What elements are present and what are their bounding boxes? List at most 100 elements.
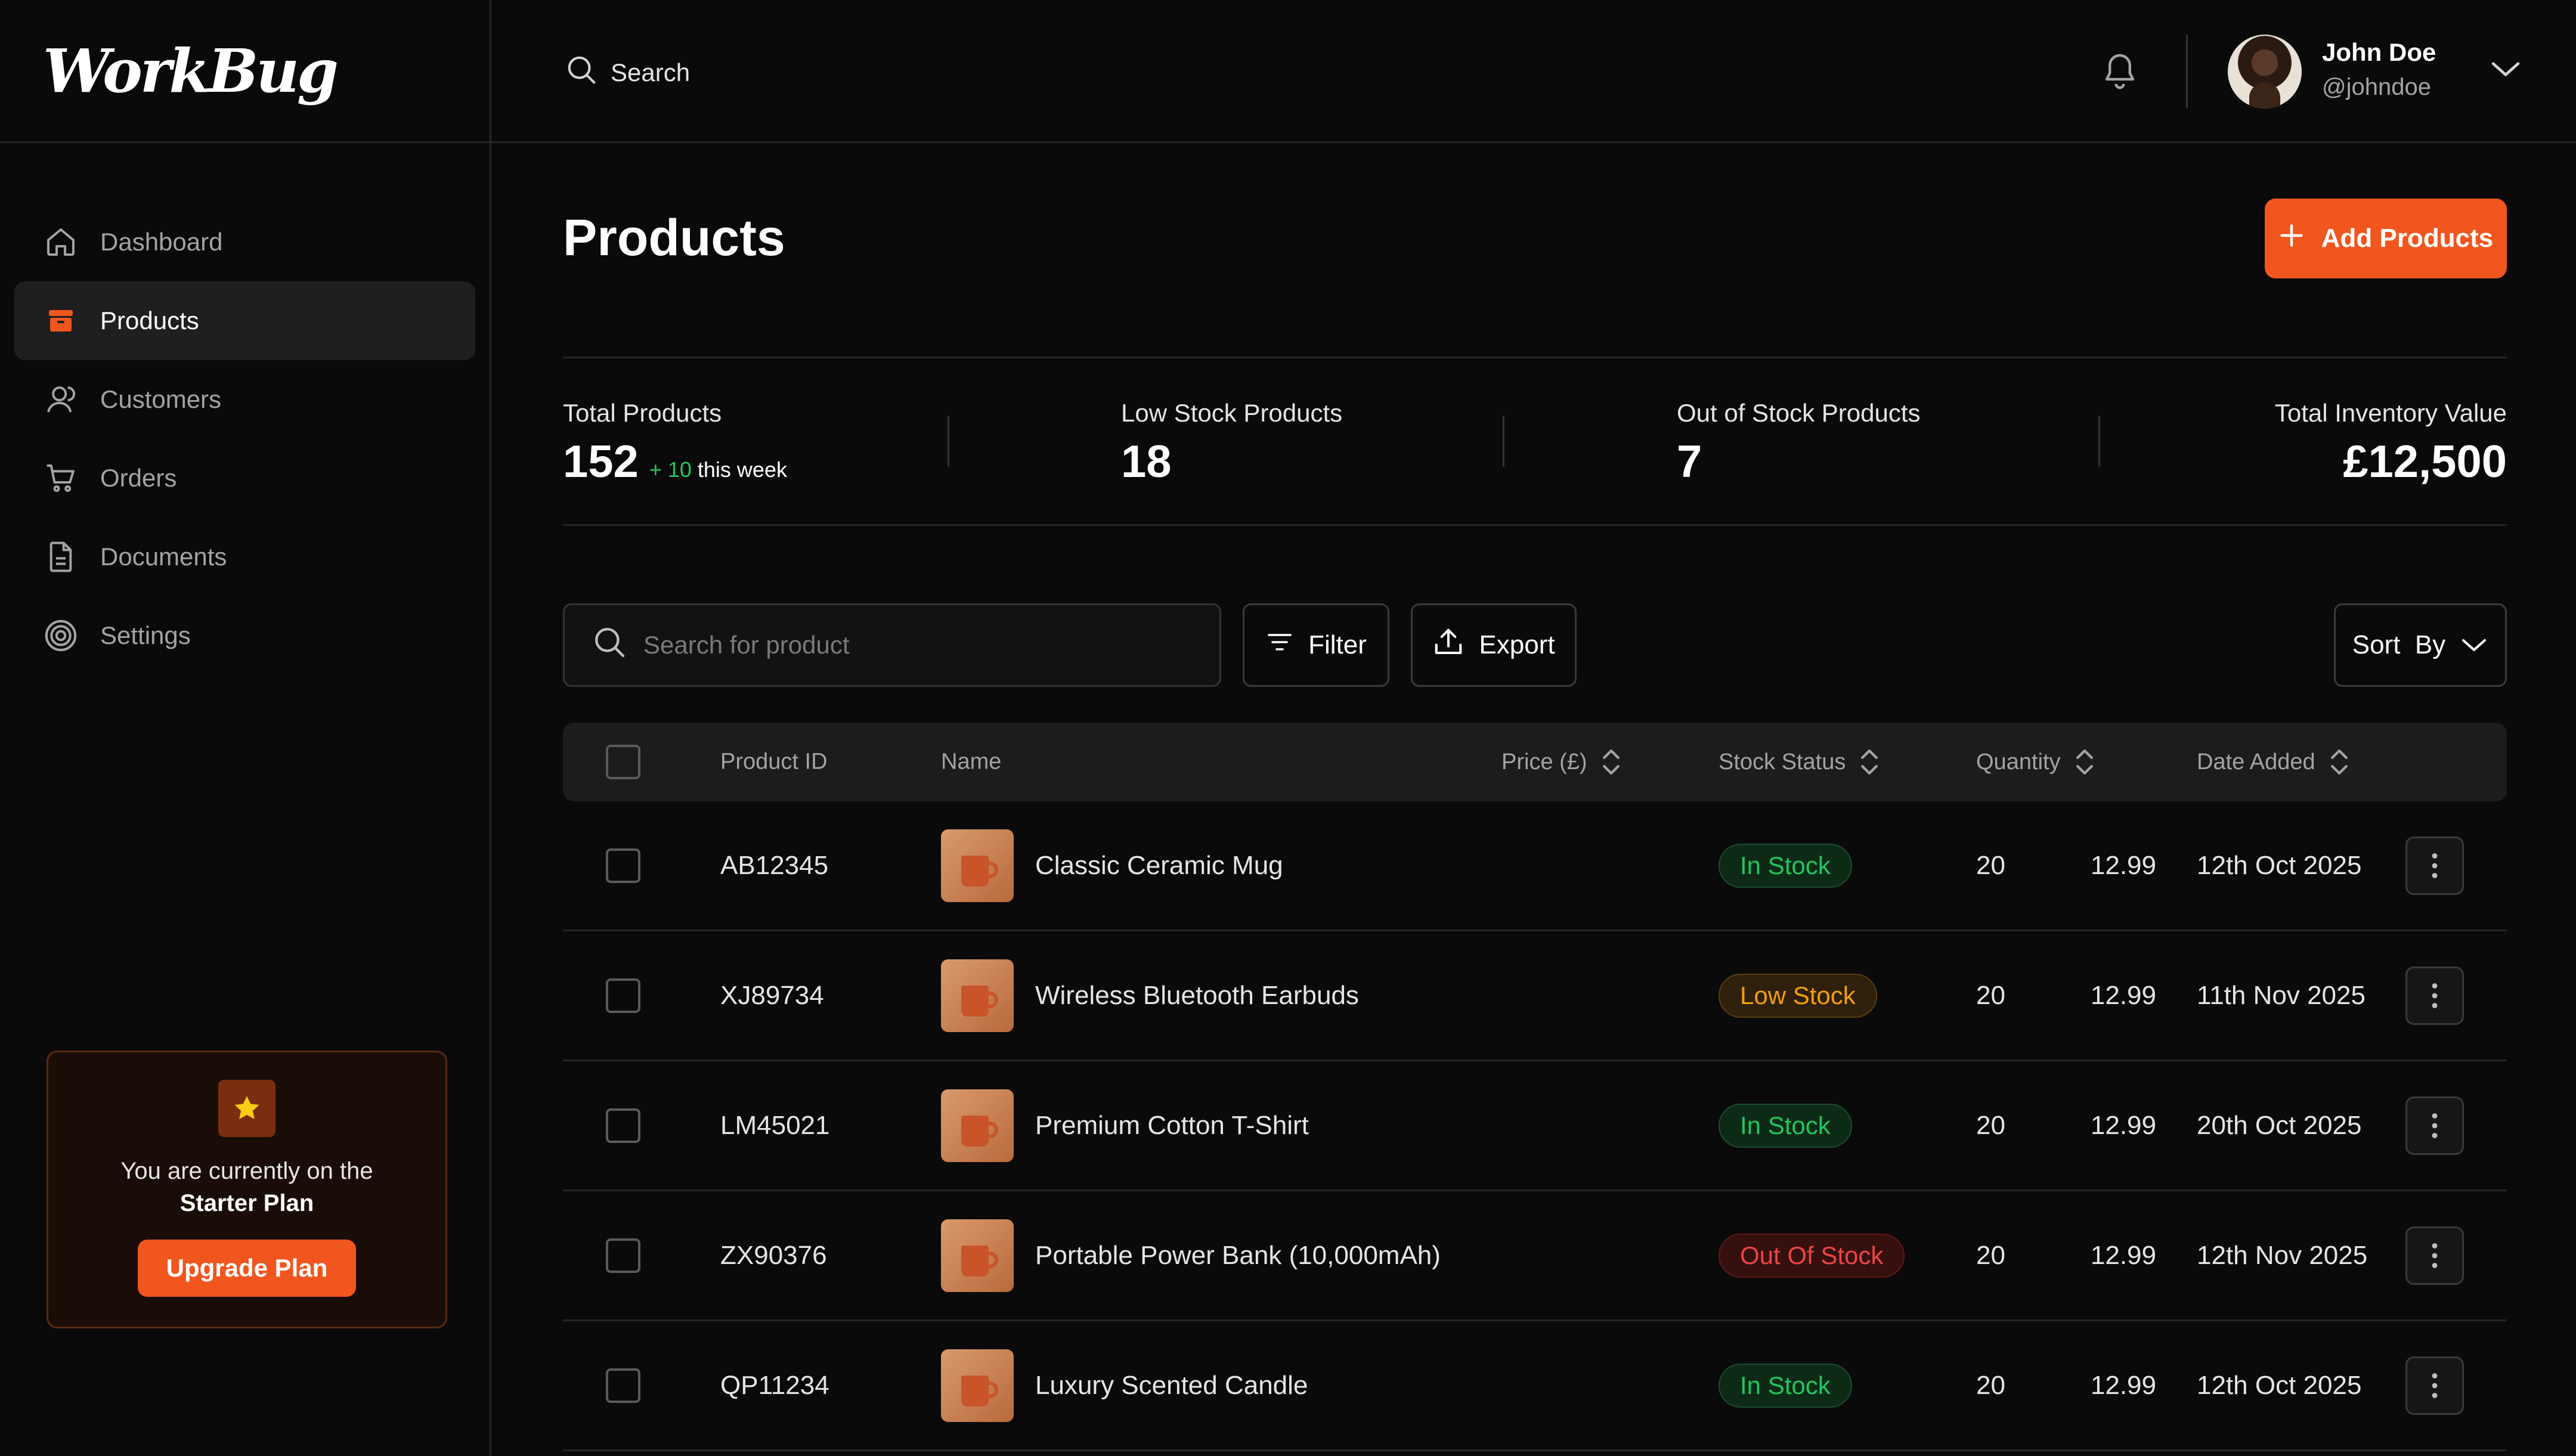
search-icon [565,54,611,92]
more-actions-button[interactable] [2405,966,2464,1025]
table-row[interactable]: AB12345 Classic Ceramic Mug 12.99 In Sto… [563,801,2507,931]
col-stock-status-label: Stock Status [1719,749,1846,775]
row-actions [2405,966,2464,1025]
stat-number: 152 [563,436,639,487]
product-price: 12.99 [2090,1370,2156,1400]
product-name: Portable Power Bank (10,000mAh) [1035,1240,1441,1270]
sort-icon [2330,749,2348,775]
sidebar-item-orders[interactable]: Orders [14,439,475,518]
product-quantity: 20 [1976,980,2005,1010]
status-badge: Low Stock [1719,973,1877,1018]
stat-total-products: Total Products 152 + 10 this week [563,399,787,488]
row-checkbox[interactable] [606,848,640,883]
stat-out-of-stock: Out of Stock Products 7 [1677,399,1921,488]
brand-logo[interactable]: WorkBug [43,36,339,106]
bell-icon[interactable] [2101,51,2138,95]
product-thumbnail [941,1219,1014,1292]
sidebar-item-documents[interactable]: Documents [14,518,475,596]
page-title: Products [563,209,785,267]
row-checkbox[interactable] [606,1238,640,1273]
product-id: QP11234 [720,1370,829,1400]
sidebar-item-label: Documents [100,543,227,571]
product-thumbnail [941,959,1014,1032]
status-badge: Out Of Stock [1719,1233,1905,1278]
status-cell: Low Stock [1719,973,1877,1018]
checkbox-box [606,1238,640,1273]
stat-delta-value: + 10 [649,457,692,482]
sidebar-item-products[interactable]: Products [14,281,475,360]
col-stock-status[interactable]: Stock Status [1719,746,1881,777]
products-table: Product ID Name Price (£) Stock Status Q… [563,723,2507,1451]
brand-header: WorkBug [0,0,490,143]
sidebar: WorkBug Dashboard Products Customers Ord… [0,0,491,1456]
add-products-button[interactable]: Add Products [2265,199,2507,278]
status-badge: In Stock [1719,1363,1852,1408]
stats-bar: Total Products 152 + 10 this week Low St… [563,357,2507,526]
status-cell: In Stock [1719,1103,1852,1148]
table-row[interactable]: ZX90376 Portable Power Bank (10,000mAh) … [563,1191,2507,1321]
stat-inventory-value: Total Inventory Value £12,500 [2275,399,2507,488]
col-name: Name [941,749,1002,775]
sort-icon [1602,749,1620,775]
sidebar-item-customers[interactable]: Customers [14,360,475,439]
status-cell: Out Of Stock [1719,1233,1905,1278]
upgrade-plan-button[interactable]: Upgrade Plan [137,1240,357,1297]
product-price: 12.99 [2090,1240,2156,1270]
stat-delta: + 10 this week [649,457,787,482]
row-actions [2405,836,2464,895]
col-price[interactable]: Price (£) [1501,746,1623,777]
status-cell: In Stock [1719,843,1852,888]
add-products-label: Add Products [2321,224,2494,253]
mug-handle [985,1121,998,1138]
chevron-down-icon[interactable] [2489,57,2522,84]
table-row[interactable]: XJ89734 Wireless Bluetooth Earbuds 12.99… [563,931,2507,1061]
col-date-added[interactable]: Date Added [2197,746,2351,777]
row-checkbox[interactable] [606,1368,640,1403]
filter-label: Filter [1308,630,1367,659]
mug-handle [985,861,998,878]
product-search-input[interactable] [643,631,1180,659]
product-name-cell: Classic Ceramic Mug [941,829,1283,902]
col-quantity-label: Quantity [1976,749,2061,775]
kebab-icon [2432,853,2438,878]
checkbox-box [606,1368,640,1403]
sort-by-button[interactable]: Sort By [2334,603,2507,687]
stat-delta-suffix: this week [697,457,787,482]
more-actions-button[interactable] [2405,836,2464,895]
product-date-added: 12th Oct 2025 [2197,850,2362,880]
row-checkbox[interactable] [606,978,640,1013]
sidebar-item-label: Customers [100,385,222,413]
select-all-checkbox[interactable] [606,745,640,779]
mug-handle [985,991,998,1008]
more-actions-button[interactable] [2405,1226,2464,1285]
checkbox-box [606,745,640,779]
table-row[interactable]: QP11234 Luxury Scented Candle 12.99 In S… [563,1321,2507,1451]
cart-icon [43,460,79,496]
product-date-added: 12th Nov 2025 [2197,1240,2368,1270]
product-id: LM45021 [720,1110,830,1140]
avatar[interactable] [2228,35,2302,109]
product-toolbar: Filter Export Sort By [563,603,2507,687]
sidebar-item-dashboard[interactable]: Dashboard [14,203,475,281]
status-badge: In Stock [1719,843,1852,888]
table-row[interactable]: LM45021 Premium Cotton T-Shirt 12.99 In … [563,1061,2507,1191]
filter-button[interactable]: Filter [1243,603,1389,687]
product-name: Wireless Bluetooth Earbuds [1035,980,1359,1010]
more-actions-button[interactable] [2405,1356,2464,1415]
row-checkbox[interactable] [606,1108,640,1143]
product-quantity: 20 [1976,1110,2005,1140]
users-icon [43,382,79,417]
more-actions-button[interactable] [2405,1096,2464,1155]
product-thumbnail [941,829,1014,902]
mug-handle [985,1381,998,1398]
product-name: Premium Cotton T-Shirt [1035,1110,1309,1140]
col-quantity[interactable]: Quantity [1976,746,2097,777]
global-search[interactable]: Search [565,54,690,92]
sidebar-item-label: Settings [100,621,191,649]
product-search [563,603,1221,687]
product-quantity: 20 [1976,1370,2005,1400]
export-button[interactable]: Export [1411,603,1577,687]
table-header: Product ID Name Price (£) Stock Status Q… [563,723,2507,801]
product-date-added: 20th Oct 2025 [2197,1110,2362,1140]
sidebar-item-settings[interactable]: Settings [14,596,475,675]
